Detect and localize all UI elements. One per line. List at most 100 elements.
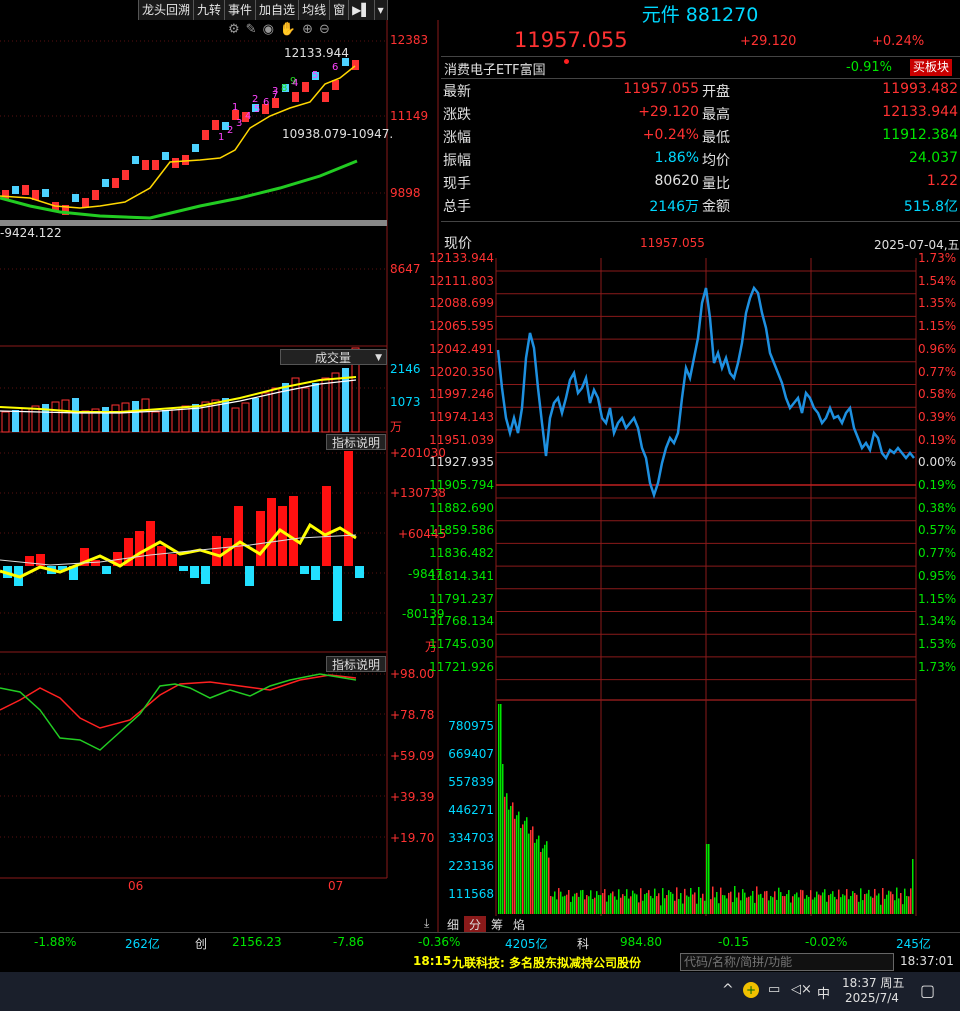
macd-bar <box>190 566 199 578</box>
kdj-axis-label: +39.39 <box>390 790 435 804</box>
toolbar-item[interactable]: 均线 <box>299 0 331 20</box>
toolbar-item[interactable]: 加自选 <box>256 0 300 20</box>
volume-bar <box>880 904 882 914</box>
volume-bar <box>862 900 864 914</box>
volume-bar <box>828 895 830 914</box>
volume-bar <box>1 411 10 433</box>
volume-bar <box>688 896 690 914</box>
volume-bar <box>736 897 738 914</box>
quote-label: 开盘 <box>702 84 730 100</box>
volume-bar <box>808 896 810 914</box>
volume-bar <box>598 894 600 914</box>
plus-badge-icon[interactable]: + <box>743 982 759 998</box>
volume-bar <box>864 894 866 914</box>
volume-bar <box>606 901 608 914</box>
volume-bar <box>550 896 552 914</box>
toolbar-item[interactable]: 龙头回溯 <box>139 0 195 20</box>
candle <box>202 130 209 140</box>
volume-bar <box>898 898 900 914</box>
index-value: 2156.23 <box>232 935 282 949</box>
volume-bar <box>502 764 504 914</box>
volume-bar <box>51 401 60 433</box>
macd-bars <box>3 451 364 621</box>
volume-bar <box>312 383 319 432</box>
buy-sector-button[interactable]: 买板块 <box>910 59 953 76</box>
volume-bar <box>506 793 508 914</box>
news-headline[interactable]: 九联科技: 多名股东拟减持公司股份 <box>452 954 641 971</box>
quote-value: 11993.482 <box>882 81 958 97</box>
volume-selector[interactable]: 成交量 ▼ <box>280 349 387 365</box>
volume-bar <box>582 889 584 914</box>
quote-label: 振幅 <box>443 153 471 169</box>
quote-label: 最高 <box>702 107 730 123</box>
volume-bar <box>72 398 79 432</box>
volume-bar <box>558 888 560 914</box>
intraday-pct-axis-label: 0.58% <box>918 387 957 402</box>
intraday-price-axis-label: 12065.595 <box>429 319 494 334</box>
volume-bar <box>538 835 540 914</box>
volume-bar <box>610 893 612 914</box>
volume-bar <box>301 387 310 433</box>
toolbar-item[interactable]: 窗 <box>330 0 350 20</box>
volume-bar <box>820 895 822 914</box>
taskbar-date[interactable]: 2025/7/4 <box>845 991 899 1005</box>
stock-price: 11957.055 <box>514 28 628 52</box>
volume-bar <box>706 844 708 914</box>
network-icon[interactable]: ▭ <box>768 982 780 997</box>
toolbar-more-button[interactable]: ▶▌ <box>349 0 375 20</box>
chevron-up-icon[interactable]: ^ <box>722 982 734 998</box>
download-icon[interactable]: ⤓ <box>424 916 429 931</box>
kdj-help-button[interactable]: 指标说明 <box>326 656 387 672</box>
index-pct: -1.88% <box>34 935 77 949</box>
macd-help-button[interactable]: 指标说明 <box>326 434 387 450</box>
volume-bar <box>530 830 532 914</box>
index-name[interactable]: 科 <box>577 935 589 952</box>
macd-bar <box>212 536 221 566</box>
ime-indicator[interactable]: 中 <box>817 983 830 1002</box>
intraday-pct-axis-label: 0.00% <box>918 455 957 470</box>
candle <box>152 160 159 170</box>
candle <box>302 82 309 92</box>
toolbar-item[interactable]: 九转 <box>194 0 226 20</box>
search-input[interactable] <box>680 953 894 971</box>
volume-bar <box>840 897 842 914</box>
chevron-down-icon[interactable]: ▾ <box>374 0 388 20</box>
volume-bar <box>826 901 828 914</box>
intraday-price-axis-label: 11905.794 <box>429 478 494 492</box>
candle <box>172 158 179 168</box>
notification-icon[interactable]: ▢ <box>920 981 935 1000</box>
low-price-label: -9424.122 <box>0 226 62 240</box>
volume-bar <box>572 896 574 914</box>
volume-bar <box>874 888 876 914</box>
volume-bar <box>510 806 512 914</box>
volume-bar <box>720 887 722 914</box>
intraday-price-axis-label: 11814.341 <box>429 568 494 583</box>
intraday-price-axis-label: 11974.143 <box>429 409 494 424</box>
volume-mute-icon[interactable]: ◁× <box>791 982 812 997</box>
volume-bar <box>600 895 602 914</box>
intraday-price-axis-label: 12133.944 <box>429 251 494 265</box>
volume-bar <box>634 893 636 914</box>
volume-bar <box>734 886 736 914</box>
intraday-price-axis-label: 11745.030 <box>429 636 494 651</box>
intraday-price-axis-label: 11721.926 <box>429 659 494 674</box>
range-label: 10938.079-10947. <box>282 127 394 141</box>
intraday-price-axis-label: 12020.350 <box>429 364 494 379</box>
taskbar-time[interactable]: 18:37 周五 <box>842 974 904 991</box>
candle <box>292 92 299 102</box>
quote-label: 均价 <box>702 153 730 169</box>
toolbar-item[interactable]: 事件 <box>225 0 257 20</box>
volume-bar <box>684 888 686 914</box>
volume-bar <box>900 893 902 914</box>
kdj-axis-label: +59.09 <box>390 749 435 763</box>
index-name[interactable]: 创 <box>195 935 207 952</box>
stock-code: 881270 <box>685 4 759 26</box>
chart-toolbar: 龙头回溯 九转 事件 加自选 均线 窗 ▶▌ ▾ <box>138 0 388 20</box>
volume-bar <box>102 407 109 432</box>
volume-bar <box>586 895 588 914</box>
volume-bar <box>536 839 538 914</box>
volume-bar <box>111 404 120 433</box>
volume-bar <box>800 889 802 914</box>
etf-name[interactable]: 消费电子ETF富国 <box>444 59 546 78</box>
volume-bar <box>854 893 856 914</box>
